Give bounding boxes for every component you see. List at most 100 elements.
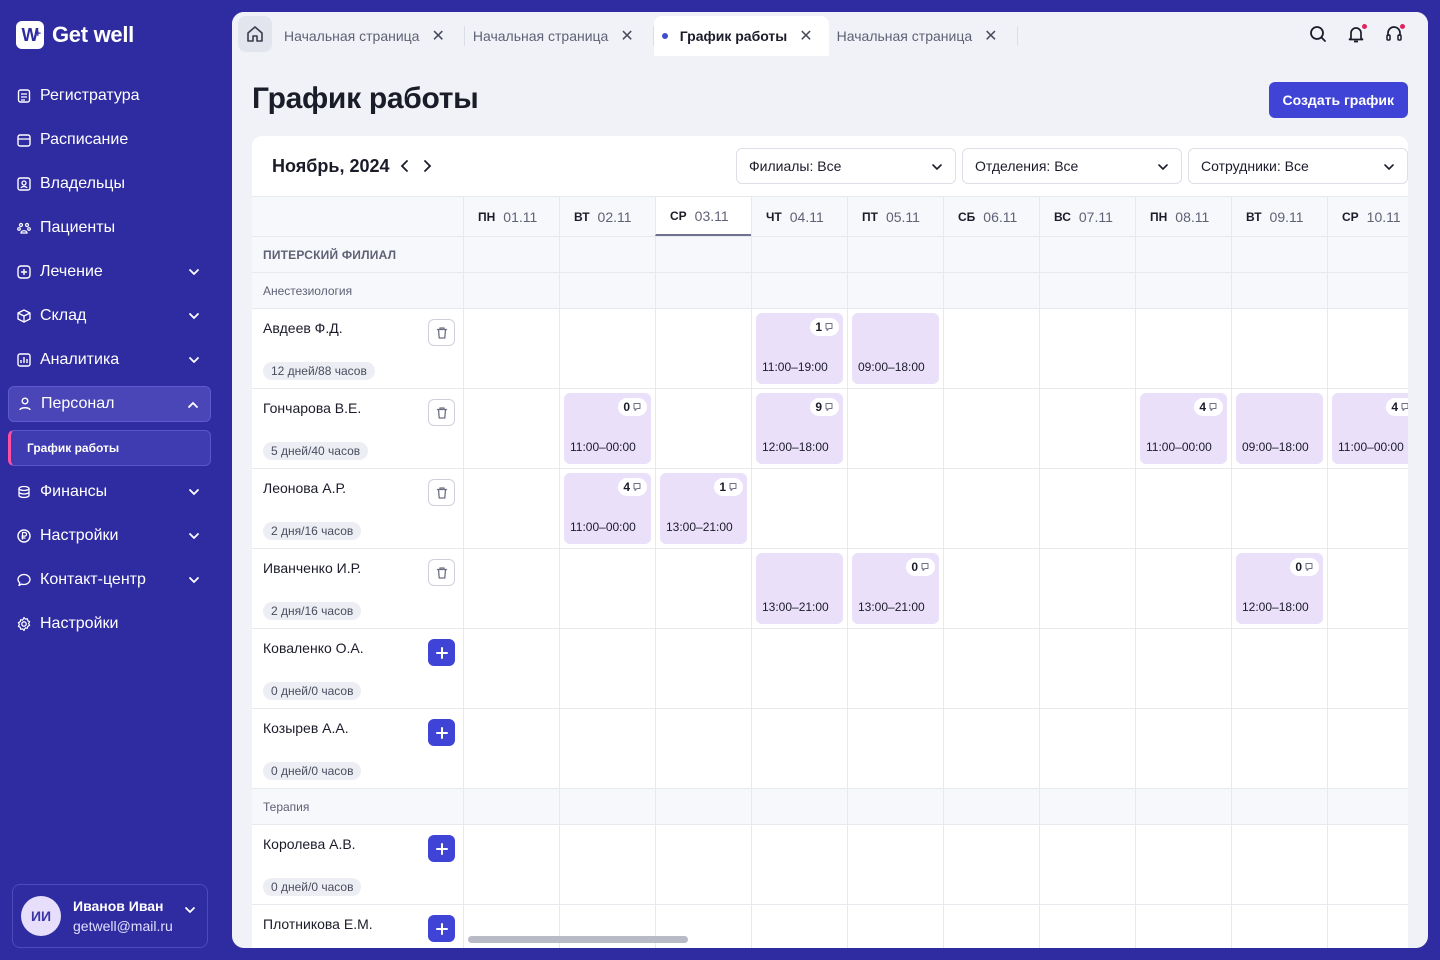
chevron-down-icon[interactable] (183, 903, 197, 917)
day-cell[interactable] (559, 309, 655, 388)
day-cell[interactable] (1231, 469, 1327, 548)
day-cell[interactable] (1231, 905, 1327, 948)
day-cell[interactable] (943, 629, 1039, 708)
day-cell[interactable] (847, 905, 943, 948)
day-cell[interactable] (943, 825, 1039, 904)
chevron-right-icon[interactable] (420, 158, 434, 174)
horizontal-scrollbar[interactable] (468, 936, 688, 943)
day-cell[interactable] (559, 629, 655, 708)
day-cell[interactable] (847, 469, 943, 548)
day-cell[interactable] (943, 309, 1039, 388)
sidebar-item-7[interactable]: Персонал (8, 386, 211, 422)
close-icon[interactable]: ✕ (984, 26, 997, 46)
day-cell[interactable] (1135, 309, 1231, 388)
day-cell[interactable] (1039, 469, 1135, 548)
day-cell[interactable]: 09:00–18:00 (847, 309, 943, 388)
day-cell[interactable] (463, 825, 559, 904)
support-icon[interactable] (1384, 23, 1406, 44)
shift-block[interactable]: 09:00–18:00 (1236, 393, 1323, 464)
day-cell[interactable] (655, 389, 751, 468)
sidebar-item-12[interactable]: Настройки (8, 606, 211, 642)
delete-button[interactable] (428, 319, 455, 346)
day-cell[interactable] (1327, 629, 1408, 708)
delete-button[interactable] (428, 399, 455, 426)
day-cell[interactable]: 09:00–18:00 (1231, 389, 1327, 468)
day-cell[interactable] (463, 309, 559, 388)
close-icon[interactable]: ✕ (431, 26, 444, 46)
day-cell[interactable] (463, 549, 559, 628)
day-cell[interactable]: 4 11:00–00:00 (559, 469, 655, 548)
day-cell[interactable]: 1 13:00–21:00 (655, 469, 751, 548)
chevron-left-icon[interactable] (398, 158, 412, 174)
shift-block[interactable]: 09:00–18:00 (852, 313, 939, 384)
day-cell[interactable] (1135, 825, 1231, 904)
day-cell[interactable] (1135, 549, 1231, 628)
day-cell[interactable] (1327, 709, 1408, 788)
sidebar-item-1[interactable]: Расписание (8, 122, 211, 158)
day-cell[interactable] (1231, 825, 1327, 904)
day-cell[interactable] (655, 709, 751, 788)
day-cell[interactable] (847, 389, 943, 468)
day-cell[interactable] (943, 709, 1039, 788)
add-button[interactable] (428, 639, 455, 666)
day-cell[interactable]: 0 12:00–18:00 (1231, 549, 1327, 628)
filter-branches[interactable]: Филиалы: Все (736, 148, 956, 184)
day-cell[interactable] (655, 825, 751, 904)
day-cell[interactable] (1327, 825, 1408, 904)
day-cell[interactable] (1231, 309, 1327, 388)
day-cell[interactable]: 9 12:00–18:00 (751, 389, 847, 468)
day-cell[interactable] (1327, 469, 1408, 548)
day-cell[interactable] (847, 629, 943, 708)
day-cell[interactable] (655, 629, 751, 708)
create-schedule-button[interactable]: Создать график (1268, 82, 1408, 118)
search-icon[interactable] (1308, 24, 1328, 44)
day-cell[interactable] (1231, 629, 1327, 708)
tab-0[interactable]: Начальная страница ✕ (276, 16, 465, 56)
day-cell[interactable] (1327, 309, 1408, 388)
day-cell[interactable] (1039, 389, 1135, 468)
sidebar-item-6[interactable]: Аналитика (8, 342, 211, 378)
close-icon[interactable]: ✕ (620, 26, 633, 46)
day-cell[interactable] (847, 825, 943, 904)
day-cell[interactable] (943, 389, 1039, 468)
day-cell[interactable]: 1 11:00–19:00 (751, 309, 847, 388)
day-cell[interactable] (1327, 549, 1408, 628)
day-cell[interactable] (847, 709, 943, 788)
day-cell[interactable]: 0 13:00–21:00 (847, 549, 943, 628)
day-cell[interactable] (559, 825, 655, 904)
shift-block[interactable]: 4 11:00–00:00 (1140, 393, 1227, 464)
shift-block[interactable]: 0 11:00–00:00 (564, 393, 651, 464)
day-cell[interactable] (751, 469, 847, 548)
shift-block[interactable]: 4 11:00–00:00 (564, 473, 651, 544)
sidebar-item-0[interactable]: Регистратура (8, 78, 211, 114)
day-cell[interactable] (1039, 709, 1135, 788)
day-cell[interactable] (1039, 825, 1135, 904)
close-icon[interactable]: ✕ (799, 26, 812, 46)
delete-button[interactable] (428, 559, 455, 586)
shift-block[interactable]: 1 11:00–19:00 (756, 313, 843, 384)
day-cell[interactable] (1135, 709, 1231, 788)
day-cell[interactable]: 4 11:00–00:00 (1327, 389, 1408, 468)
sidebar-item-11[interactable]: Контакт-центр (8, 562, 211, 598)
day-cell[interactable] (655, 549, 751, 628)
day-cell[interactable] (751, 629, 847, 708)
day-cell[interactable] (1231, 709, 1327, 788)
brand-logo[interactable]: W + Get well (16, 21, 134, 49)
day-cell[interactable] (1135, 629, 1231, 708)
user-card[interactable]: ИИ Иванов Иван getwell@mail.ru (12, 884, 208, 948)
shift-block[interactable]: 0 12:00–18:00 (1236, 553, 1323, 624)
add-button[interactable] (428, 915, 455, 942)
day-cell[interactable]: 13:00–21:00 (751, 549, 847, 628)
day-cell[interactable] (751, 825, 847, 904)
day-cell[interactable] (751, 905, 847, 948)
day-cell[interactable] (1327, 905, 1408, 948)
add-button[interactable] (428, 835, 455, 862)
sidebar-item-9[interactable]: Финансы (8, 474, 211, 510)
day-cell[interactable] (655, 309, 751, 388)
day-cell[interactable] (1039, 309, 1135, 388)
sidebar-item-2[interactable]: Владельцы (8, 166, 211, 202)
shift-block[interactable]: 9 12:00–18:00 (756, 393, 843, 464)
day-cell[interactable] (1039, 549, 1135, 628)
day-cell[interactable] (559, 549, 655, 628)
shift-block[interactable]: 1 13:00–21:00 (660, 473, 747, 544)
